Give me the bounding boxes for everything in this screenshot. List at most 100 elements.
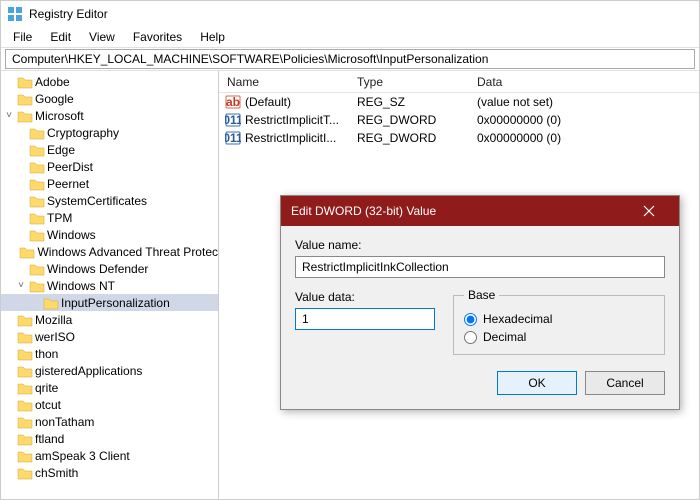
tree-item[interactable]: amSpeak 3 Client bbox=[1, 447, 218, 464]
value-data: 0x00000000 (0) bbox=[469, 131, 699, 145]
tree-item-label: Mozilla bbox=[35, 313, 72, 327]
cancel-button[interactable]: Cancel bbox=[585, 371, 665, 395]
tree-item-label: Adobe bbox=[35, 75, 70, 89]
tree-item[interactable]: Google bbox=[1, 90, 218, 107]
value-data-label: Value data: bbox=[295, 290, 435, 304]
value-name: RestrictImplicitI... bbox=[245, 131, 336, 145]
menu-edit[interactable]: Edit bbox=[42, 28, 79, 46]
header-type[interactable]: Type bbox=[349, 75, 469, 89]
folder-icon bbox=[29, 177, 45, 191]
tree-item[interactable]: chSmith bbox=[1, 464, 218, 481]
tree-item[interactable]: gisteredApplications bbox=[1, 362, 218, 379]
tree-item-label: PeerDist bbox=[47, 160, 93, 174]
value-data-input[interactable] bbox=[295, 308, 435, 330]
header-data[interactable]: Data bbox=[469, 75, 699, 89]
folder-icon bbox=[17, 432, 33, 446]
folder-icon bbox=[17, 109, 33, 123]
tree-item-label: InputPersonalization bbox=[61, 296, 170, 310]
menu-favorites[interactable]: Favorites bbox=[125, 28, 190, 46]
folder-icon bbox=[17, 466, 33, 480]
tree-item-label: Windows bbox=[47, 228, 96, 242]
folder-icon bbox=[17, 330, 33, 344]
folder-icon bbox=[29, 211, 45, 225]
value-name-input[interactable] bbox=[295, 256, 665, 278]
tree-item-label: chSmith bbox=[35, 466, 78, 480]
radio-hex[interactable] bbox=[464, 313, 477, 326]
radio-dec-label: Decimal bbox=[483, 330, 526, 344]
folder-icon bbox=[17, 449, 33, 463]
value-data: 0x00000000 (0) bbox=[469, 113, 699, 127]
tree-item[interactable]: SystemCertificates bbox=[1, 192, 218, 209]
radio-dec[interactable] bbox=[464, 331, 477, 344]
folder-icon bbox=[43, 296, 59, 310]
svg-text:ab: ab bbox=[226, 95, 240, 109]
dialog-titlebar: Edit DWORD (32-bit) Value bbox=[281, 196, 679, 226]
radio-hex-label: Hexadecimal bbox=[483, 312, 552, 326]
base-fieldset: Base Hexadecimal Decimal bbox=[453, 288, 665, 355]
svg-text:011: 011 bbox=[225, 113, 241, 127]
base-legend: Base bbox=[464, 288, 499, 302]
ok-button[interactable]: OK bbox=[497, 371, 577, 395]
tree-item[interactable]: ftland bbox=[1, 430, 218, 447]
tree-item-label: Cryptography bbox=[47, 126, 119, 140]
folder-icon bbox=[17, 398, 33, 412]
menu-file[interactable]: File bbox=[5, 28, 40, 46]
values-list: ab(Default)REG_SZ(value not set)011Restr… bbox=[219, 93, 699, 147]
tree-item-label: Windows Advanced Threat Protec bbox=[37, 245, 218, 259]
tree-item[interactable]: InputPersonalization bbox=[1, 294, 218, 311]
tree-item[interactable]: Peernet bbox=[1, 175, 218, 192]
tree-item[interactable]: Adobe bbox=[1, 73, 218, 90]
tree-item[interactable]: thon bbox=[1, 345, 218, 362]
titlebar: Registry Editor bbox=[1, 1, 699, 27]
value-type-icon: ab bbox=[225, 94, 241, 110]
tree-item[interactable]: nonTatham bbox=[1, 413, 218, 430]
tree-item[interactable]: Edge bbox=[1, 141, 218, 158]
tree-item-label: Microsoft bbox=[35, 109, 84, 123]
tree-item-label: nonTatham bbox=[35, 415, 94, 429]
twisty-icon: ˅ bbox=[15, 280, 27, 291]
close-icon[interactable] bbox=[629, 196, 669, 226]
menu-view[interactable]: View bbox=[81, 28, 123, 46]
tree-item-label: Edge bbox=[47, 143, 75, 157]
tree-item[interactable]: Cryptography bbox=[1, 124, 218, 141]
tree-item-label: qrite bbox=[35, 381, 58, 395]
folder-icon bbox=[29, 160, 45, 174]
value-row[interactable]: 011RestrictImplicitI...REG_DWORD0x000000… bbox=[219, 129, 699, 147]
window-title: Registry Editor bbox=[29, 7, 693, 21]
folder-icon bbox=[17, 347, 33, 361]
tree-item-label: Windows Defender bbox=[47, 262, 148, 276]
folder-icon bbox=[17, 75, 33, 89]
value-type-icon: 011 bbox=[225, 112, 241, 128]
app-icon bbox=[7, 6, 23, 22]
tree-item-label: Windows NT bbox=[47, 279, 115, 293]
tree-item[interactable]: Windows Advanced Threat Protec bbox=[1, 243, 218, 260]
tree-item[interactable]: TPM bbox=[1, 209, 218, 226]
tree-item[interactable]: qrite bbox=[1, 379, 218, 396]
tree-item[interactable]: ˅Microsoft bbox=[1, 107, 218, 124]
value-name: (Default) bbox=[245, 95, 291, 109]
tree-item[interactable]: Mozilla bbox=[1, 311, 218, 328]
folder-icon bbox=[29, 194, 45, 208]
svg-text:011: 011 bbox=[225, 131, 241, 145]
tree-item[interactable]: Windows Defender bbox=[1, 260, 218, 277]
folder-icon bbox=[17, 381, 33, 395]
folder-icon bbox=[17, 364, 33, 378]
value-row[interactable]: 011RestrictImplicitT...REG_DWORD0x000000… bbox=[219, 111, 699, 129]
tree-item[interactable]: ˅ Windows NT bbox=[1, 277, 218, 294]
tree-item[interactable]: werISO bbox=[1, 328, 218, 345]
folder-icon bbox=[29, 143, 45, 157]
menu-help[interactable]: Help bbox=[192, 28, 233, 46]
folder-icon bbox=[29, 228, 45, 242]
tree-item[interactable]: Windows bbox=[1, 226, 218, 243]
tree-item-label: gisteredApplications bbox=[35, 364, 142, 378]
dialog-title-text: Edit DWORD (32-bit) Value bbox=[291, 204, 629, 218]
value-row[interactable]: ab(Default)REG_SZ(value not set) bbox=[219, 93, 699, 111]
folder-icon bbox=[29, 262, 45, 276]
tree-item[interactable]: PeerDist bbox=[1, 158, 218, 175]
folder-icon bbox=[17, 92, 33, 106]
header-name[interactable]: Name bbox=[219, 75, 349, 89]
address-input[interactable] bbox=[5, 49, 695, 69]
tree-item[interactable]: otcut bbox=[1, 396, 218, 413]
tree-pane[interactable]: AdobeGoogle˅MicrosoftCryptographyEdgePee… bbox=[1, 71, 219, 499]
dialog-body: Value name: Value data: Base Hexadecimal… bbox=[281, 226, 679, 409]
